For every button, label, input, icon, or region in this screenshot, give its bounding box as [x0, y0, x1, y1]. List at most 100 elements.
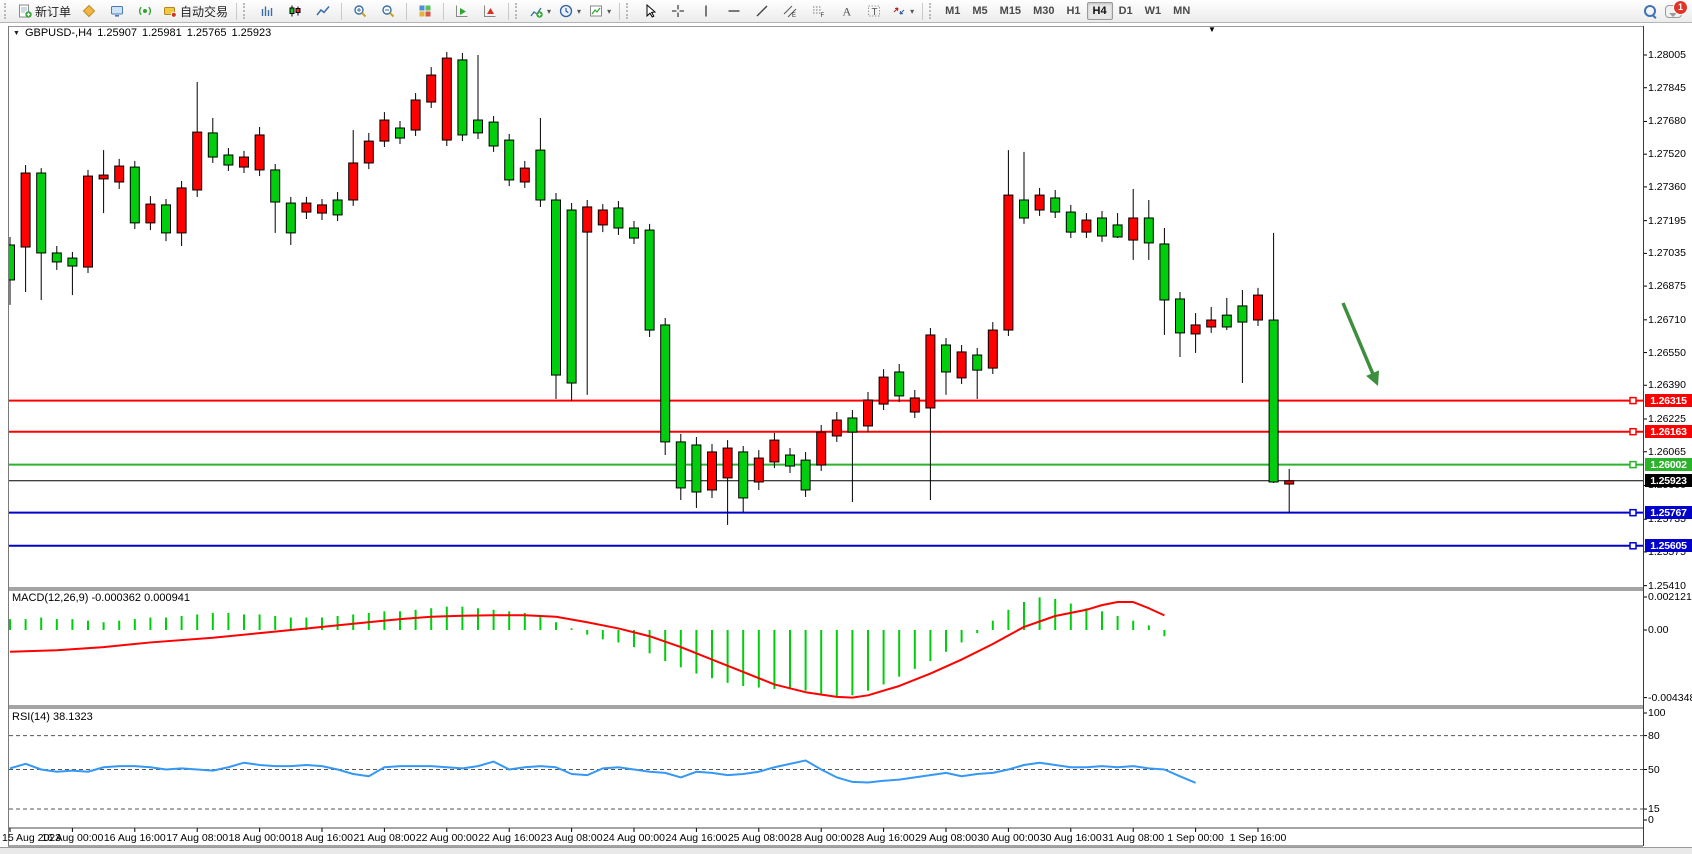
toolbar-drag-handle[interactable]	[4, 3, 10, 19]
vertical-line-button[interactable]	[692, 0, 720, 22]
zoom-out-button[interactable]	[374, 0, 402, 22]
candle-body-down	[1144, 218, 1153, 243]
arrow-object[interactable]	[1343, 303, 1374, 377]
main-chart-pane[interactable]	[6, 52, 1644, 549]
hline-price-label[interactable]: 1.25923	[1645, 474, 1692, 487]
hline-endpoint-knob[interactable]	[1630, 543, 1636, 549]
chart-shift-button[interactable]	[476, 0, 504, 22]
mt4-window: 新订单 自动交易 ▾ ▾ ▾ E FAT ▾ M1M5M15M30H1H4D1W1MN 1 ▼ G…	[0, 0, 1692, 853]
market-depth-button[interactable]	[75, 0, 103, 22]
toolbar-drag-handle[interactable]	[626, 3, 632, 19]
timeframe-h1-button[interactable]: H1	[1060, 2, 1086, 20]
chart-title-collapse-icon[interactable]: ▼	[13, 30, 20, 37]
candle-body-up	[1082, 220, 1091, 232]
candle-body-up	[146, 204, 155, 223]
hline-endpoint-knob[interactable]	[1630, 462, 1636, 468]
rsi-axis-tick-label: 80	[1648, 730, 1660, 742]
cursor-icon	[643, 4, 657, 18]
signals-button[interactable]	[131, 0, 159, 22]
bar-chart-button[interactable]	[253, 0, 281, 22]
crosshair-button[interactable]	[664, 0, 692, 22]
hline-endpoint-knob[interactable]	[1630, 398, 1636, 404]
candle-body-up	[598, 210, 607, 225]
arrows-button[interactable]: ▾	[888, 0, 918, 22]
zoom-in-button[interactable]	[346, 0, 374, 22]
tiles-icon	[418, 4, 432, 18]
ohlc-high: 1.25981	[142, 27, 182, 39]
hline-endpoint-knob[interactable]	[1630, 510, 1636, 516]
candle-body-down	[224, 155, 233, 165]
indicators-button[interactable]: ▾	[525, 0, 555, 22]
hline-price-label[interactable]: 1.26163	[1645, 425, 1692, 438]
textA-icon: A	[839, 4, 853, 18]
search-button[interactable]	[1644, 5, 1657, 18]
line-chart-button[interactable]	[309, 0, 337, 22]
chevron-down-icon[interactable]: ▾	[607, 7, 611, 16]
hline-price-label[interactable]: 1.25767	[1645, 506, 1692, 519]
ohlc-close: 1.25923	[231, 27, 271, 39]
timeframe-h4-button[interactable]: H4	[1087, 2, 1113, 20]
candle-body-up	[442, 58, 451, 140]
new-order-button[interactable]: 新订单	[14, 0, 75, 22]
timeframe-m30-button[interactable]: M30	[1027, 2, 1060, 20]
toolbar-drag-handle[interactable]	[515, 3, 521, 19]
horizontal-line-button[interactable]	[720, 0, 748, 22]
text-label-button[interactable]: T	[860, 0, 888, 22]
timeframe-m15-button[interactable]: M15	[994, 2, 1027, 20]
candle-body-down	[786, 455, 795, 466]
toolbar-drag-handle[interactable]	[243, 3, 249, 19]
timeframe-m5-button[interactable]: M5	[966, 2, 993, 20]
timeframe-m1-button[interactable]: M1	[939, 2, 966, 20]
candle-body-down	[489, 122, 498, 146]
chevron-down-icon[interactable]: ▾	[910, 7, 914, 16]
candle-body-up	[349, 163, 358, 200]
price-axis-tick-label: 1.27360	[1648, 181, 1686, 193]
price-axis-tick-label: 1.25410	[1648, 580, 1686, 592]
terminal-button[interactable]	[103, 0, 131, 22]
price-axis-tick-label: 1.28005	[1648, 49, 1686, 61]
candle-body-up	[864, 400, 873, 426]
vline-icon	[699, 4, 713, 18]
hline-price-label[interactable]: 1.26315	[1645, 394, 1692, 407]
svg-text:E: E	[792, 13, 796, 18]
robot-icon	[163, 4, 177, 18]
macd-pane[interactable]	[10, 597, 1164, 697]
candle-body-up	[364, 141, 373, 163]
fibonacci-button[interactable]: F	[804, 0, 832, 22]
magnifier-handle	[1652, 14, 1657, 19]
chevron-down-icon[interactable]: ▾	[547, 7, 551, 16]
rsi-axis-tick-label: 0	[1648, 814, 1654, 826]
trendline-button[interactable]	[748, 0, 776, 22]
toolbar-drag-handle[interactable]	[929, 3, 935, 19]
timeframe-mn-button[interactable]: MN	[1167, 2, 1196, 20]
tile-windows-button[interactable]	[411, 0, 439, 22]
autotrading-button[interactable]: 自动交易	[159, 0, 232, 22]
text-button[interactable]: A	[832, 0, 860, 22]
chart-left-border	[8, 26, 9, 846]
price-axis-tick-label: 1.26550	[1648, 347, 1686, 359]
rsi-line	[10, 760, 1196, 782]
timeframe-d1-button[interactable]: D1	[1113, 2, 1139, 20]
chart-title: ▼ GBPUSD-,H4 1.25907 1.25981 1.25765 1.2…	[13, 27, 271, 39]
chart-canvas[interactable]	[0, 0, 1692, 853]
candle-body-down	[536, 150, 545, 200]
chart-shift-marker-icon[interactable]: ▼	[1208, 25, 1216, 34]
rsi-pane[interactable]	[9, 736, 1643, 809]
candle-body-down	[162, 205, 171, 233]
chat-button[interactable]: 1	[1665, 5, 1682, 18]
hline-endpoint-knob[interactable]	[1630, 429, 1636, 435]
periods-button[interactable]: ▾	[555, 0, 585, 22]
hline-price-label[interactable]: 1.26002	[1645, 458, 1692, 471]
templates-button[interactable]: ▾	[585, 0, 615, 22]
timeframe-w1-button[interactable]: W1	[1139, 2, 1168, 20]
auto-scroll-button[interactable]	[448, 0, 476, 22]
candlestick-chart-button[interactable]	[281, 0, 309, 22]
candle-body-up	[427, 75, 436, 102]
candle-body-down	[1020, 200, 1029, 218]
candle-body-up	[1004, 195, 1013, 330]
equidistant-channel-button[interactable]: E	[776, 0, 804, 22]
price-axis-tick-label: 1.27680	[1648, 115, 1686, 127]
cursor-button[interactable]	[636, 0, 664, 22]
hline-price-label[interactable]: 1.25605	[1645, 539, 1692, 552]
chevron-down-icon[interactable]: ▾	[577, 7, 581, 16]
